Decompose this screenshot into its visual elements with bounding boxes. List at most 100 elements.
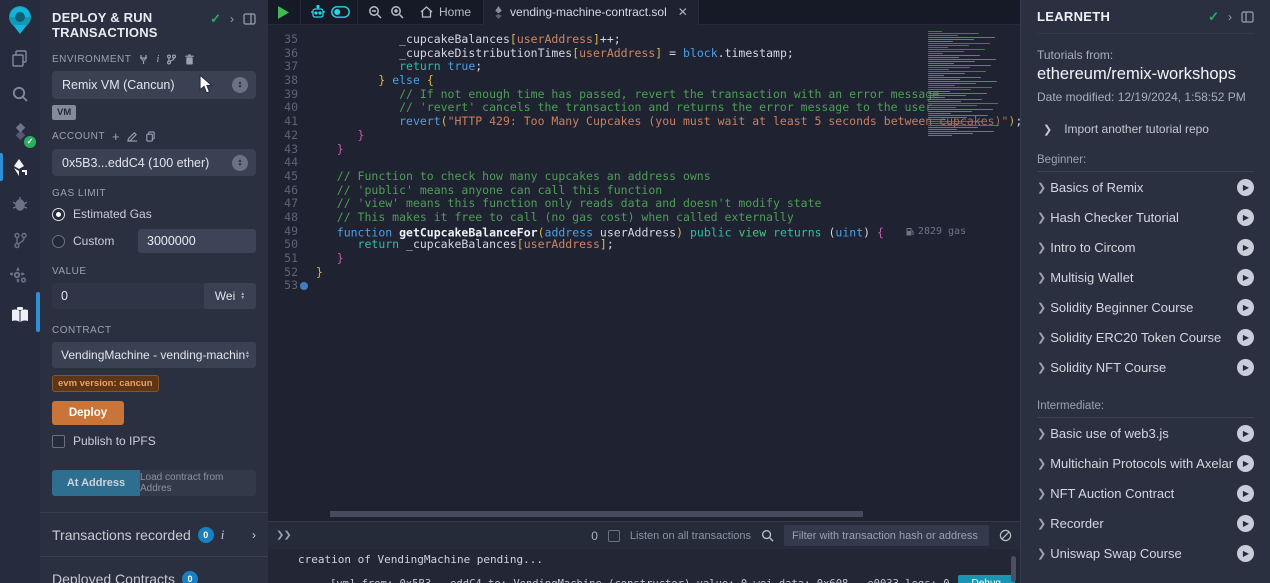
code-line[interactable]: 50 return _cupcakeBalances[userAddress];: [268, 238, 1020, 252]
code-line[interactable]: 51 }: [268, 252, 1020, 266]
panel-pin-icon[interactable]: [1241, 11, 1254, 23]
terminal-filter-input[interactable]: Filter with transaction hash or address: [784, 525, 989, 546]
tutorial-item[interactable]: ❯Solidity ERC20 Token Course▶: [1037, 322, 1254, 352]
play-tutorial-button[interactable]: ▶: [1237, 455, 1254, 472]
code-line[interactable]: 37 return true;: [268, 60, 1020, 74]
code-line[interactable]: 43 }: [268, 143, 1020, 157]
code-line[interactable]: 53: [268, 279, 1020, 293]
play-tutorial-button[interactable]: ▶: [1237, 329, 1254, 346]
code-line[interactable]: 41 revert("HTTP 429: Too Many Cupcakes (…: [268, 115, 1020, 129]
play-tutorial-button[interactable]: ▶: [1237, 359, 1254, 376]
tutorial-item[interactable]: ❯Recorder▶: [1037, 508, 1254, 538]
zoom-out-icon[interactable]: [364, 0, 386, 25]
terminal-output[interactable]: creation of VendingMachine pending... [v…: [268, 549, 1020, 583]
value-input[interactable]: 0: [52, 283, 204, 309]
tutorial-item[interactable]: ❯Uniswap Swap Course▶: [1037, 538, 1254, 568]
solidity-compiler-icon[interactable]: ✓: [0, 112, 40, 150]
code-line[interactable]: 36 _cupcakeDistributionTimes[userAddress…: [268, 47, 1020, 61]
zoom-in-icon[interactable]: [386, 0, 408, 25]
editor-minimap[interactable]: [924, 28, 1012, 136]
estimated-gas-radio[interactable]: [52, 208, 65, 221]
chevron-right-icon[interactable]: ›: [252, 528, 256, 542]
environment-select[interactable]: Remix VM (Cancun) ▲▼: [52, 71, 256, 99]
debug-button[interactable]: Debug: [958, 575, 1015, 583]
play-tutorial-button[interactable]: ▶: [1237, 179, 1254, 196]
search-icon[interactable]: [0, 76, 40, 112]
listen-all-checkbox[interactable]: [608, 530, 620, 542]
debugger-icon[interactable]: [0, 186, 40, 222]
code-line[interactable]: 46 // 'public' means anyone can call thi…: [268, 184, 1020, 198]
deploy-button[interactable]: Deploy: [52, 401, 124, 425]
tutorial-item[interactable]: ❯Multisig Wallet▶: [1037, 262, 1254, 292]
tab-file[interactable]: vending-machine-contract.sol ✕: [483, 0, 699, 25]
code-editor[interactable]: 35 _cupcakeBalances[userAddress]++;36 _c…: [268, 26, 1020, 521]
play-tutorial-button[interactable]: ▶: [1237, 239, 1254, 256]
edit-icon[interactable]: [127, 131, 138, 142]
code-line[interactable]: 38 } else {: [268, 74, 1020, 88]
plug-icon[interactable]: [138, 54, 149, 65]
trash-icon[interactable]: [184, 54, 195, 65]
code-line[interactable]: 40 // 'revert' cancels the transaction a…: [268, 101, 1020, 115]
play-tutorial-button[interactable]: ▶: [1237, 209, 1254, 226]
terminal-scrollbar[interactable]: [1011, 556, 1016, 582]
terminal-collapse-icon[interactable]: ❯❯: [276, 531, 291, 541]
tutorial-item[interactable]: ❯Multichain Protocols with Axelar▶: [1037, 448, 1254, 478]
play-tutorial-button[interactable]: ▶: [1237, 269, 1254, 286]
code-line[interactable]: 44: [268, 156, 1020, 170]
tab-home[interactable]: Home: [408, 0, 483, 25]
terminal-clear-icon[interactable]: [999, 529, 1012, 542]
deployed-count-badge: 0: [182, 571, 198, 583]
panel-expand-icon[interactable]: ›: [1228, 11, 1232, 23]
publish-ipfs-checkbox[interactable]: [52, 435, 65, 448]
deploy-run-icon[interactable]: [0, 150, 40, 186]
learneth-book-icon[interactable]: [0, 296, 40, 334]
play-tutorial-button[interactable]: ▶: [1237, 545, 1254, 562]
ai-copilot-icon[interactable]: [307, 0, 329, 25]
code-line[interactable]: 48 // This makes it free to call (no gas…: [268, 211, 1020, 225]
settings-icon[interactable]: [0, 258, 40, 296]
environment-info-icon[interactable]: i: [156, 53, 159, 65]
code-line[interactable]: 49 function getCupcakeBalanceFor(address…: [268, 225, 1020, 239]
git-icon[interactable]: [0, 222, 40, 258]
play-tutorial-button[interactable]: ▶: [1237, 485, 1254, 502]
transactions-recorded-row[interactable]: Transactions recorded 0 i ›: [40, 513, 268, 556]
code-line[interactable]: 42 }: [268, 129, 1020, 143]
code-line[interactable]: 52}: [268, 266, 1020, 280]
fork-icon[interactable]: [166, 54, 177, 65]
play-tutorial-button[interactable]: ▶: [1237, 515, 1254, 532]
copy-icon[interactable]: [145, 131, 156, 142]
value-unit-select[interactable]: Wei ▲▼: [204, 283, 256, 309]
play-tutorial-button[interactable]: ▶: [1237, 425, 1254, 442]
code-line[interactable]: 47 // 'view' means this function only re…: [268, 197, 1020, 211]
contract-select[interactable]: VendingMachine - vending-machin ▲▼: [52, 342, 256, 368]
code-line[interactable]: 45 // Function to check how many cupcake…: [268, 170, 1020, 184]
code-line[interactable]: 39 // If not enough time has passed, rev…: [268, 88, 1020, 102]
transactions-info-icon[interactable]: i: [221, 527, 225, 543]
account-select[interactable]: 0x5B3...eddC4 (100 ether) ▲▼: [52, 149, 256, 176]
play-tutorial-button[interactable]: ▶: [1237, 299, 1254, 316]
custom-gas-radio[interactable]: [52, 235, 65, 248]
panel-expand-icon[interactable]: ›: [230, 13, 234, 25]
panel-pin-icon[interactable]: [243, 13, 256, 25]
editor-horizontal-scrollbar[interactable]: [330, 511, 863, 517]
remix-logo-icon[interactable]: [0, 0, 40, 40]
import-repo-toggle[interactable]: ❯ Import another tutorial repo: [1037, 122, 1254, 136]
tab-close-icon[interactable]: ✕: [678, 5, 688, 19]
add-account-icon[interactable]: +: [112, 130, 120, 143]
run-script-icon[interactable]: [272, 0, 294, 25]
tutorial-item[interactable]: ❯Hash Checker Tutorial▶: [1037, 202, 1254, 232]
at-address-button[interactable]: At Address: [52, 470, 140, 496]
tutorial-item[interactable]: ❯Solidity NFT Course▶: [1037, 352, 1254, 382]
deployed-contracts-row[interactable]: Deployed Contracts 0: [40, 557, 268, 583]
tutorial-item[interactable]: ❯Intro to Circom▶: [1037, 232, 1254, 262]
tutorial-item[interactable]: ❯Basic use of web3.js▶: [1037, 418, 1254, 448]
at-address-input[interactable]: Load contract from Addres: [140, 470, 256, 496]
terminal-search-icon[interactable]: [761, 529, 774, 542]
code-line[interactable]: 35 _cupcakeBalances[userAddress]++;: [268, 33, 1020, 47]
tutorial-item[interactable]: ❯Solidity Beginner Course▶: [1037, 292, 1254, 322]
file-explorer-icon[interactable]: [0, 40, 40, 76]
copilot-toggle[interactable]: [329, 0, 351, 25]
custom-gas-input[interactable]: 3000000: [138, 229, 256, 253]
tutorial-item[interactable]: ❯Basics of Remix▶: [1037, 172, 1254, 202]
tutorial-item[interactable]: ❯NFT Auction Contract▶: [1037, 478, 1254, 508]
